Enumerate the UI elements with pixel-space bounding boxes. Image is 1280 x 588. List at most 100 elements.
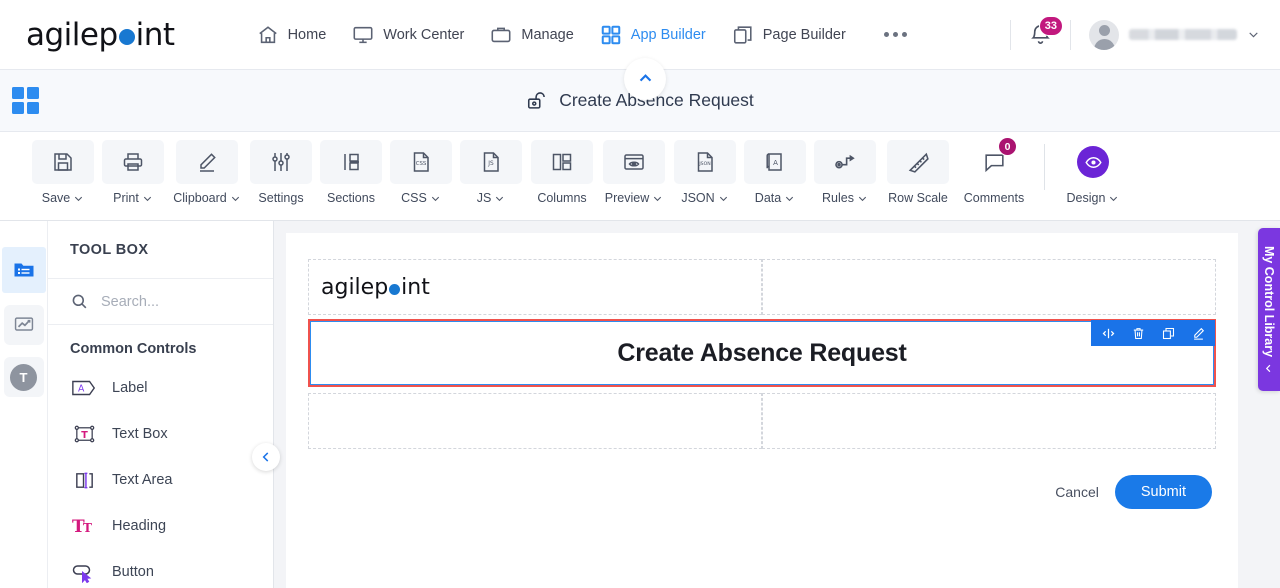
- resize-width-icon[interactable]: [1093, 320, 1123, 346]
- notifications-button[interactable]: 33: [1029, 16, 1063, 46]
- canvas-logo: agilep int: [321, 274, 430, 300]
- comments-badge: 0: [998, 137, 1017, 156]
- dot-1-icon: [883, 32, 889, 37]
- apps-grid-button[interactable]: [12, 87, 39, 114]
- chevron-down-icon: [431, 196, 439, 201]
- toolbar-columns[interactable]: Columns: [526, 140, 598, 205]
- dot-3-icon: [901, 32, 907, 37]
- unlock-icon: [526, 90, 548, 112]
- form-footer-actions: Cancel Submit: [308, 475, 1216, 509]
- search-icon: [70, 292, 89, 311]
- nav-label-work-center: Work Center: [383, 26, 465, 43]
- nav-item-home[interactable]: Home: [257, 24, 326, 46]
- toolbar-print[interactable]: Print: [98, 140, 168, 205]
- pencil-icon[interactable]: [1183, 320, 1213, 346]
- rail-item-toolbox[interactable]: [1, 247, 46, 293]
- js-file-icon: JS: [460, 140, 522, 184]
- form-title-bar: Create Absence Request: [0, 58, 1280, 132]
- toolbar-comments[interactable]: 0 Comments: [956, 137, 1032, 205]
- toolbar-data[interactable]: A Data: [740, 140, 810, 205]
- toolbox-header: TOOL BOX: [48, 221, 273, 279]
- toolbar-settings[interactable]: Settings: [246, 140, 316, 205]
- toolbar-row-scale[interactable]: Row Scale: [880, 140, 956, 205]
- chevron-left-icon: [259, 450, 273, 464]
- toolbar-save[interactable]: Save: [28, 140, 98, 205]
- toolbox-item-text-area[interactable]: Text Area: [48, 457, 273, 503]
- button-icon: [70, 558, 98, 586]
- pages-icon: [732, 24, 754, 46]
- nav-item-work-center[interactable]: Work Center: [352, 24, 464, 46]
- rail-item-text[interactable]: T: [3, 357, 44, 397]
- collapse-header-button[interactable]: [624, 58, 666, 100]
- canvas-row-empty[interactable]: [308, 393, 1216, 449]
- monitor-icon: [352, 24, 374, 46]
- submit-button[interactable]: Submit: [1114, 475, 1212, 509]
- canvas-cell-empty-1[interactable]: [762, 259, 1216, 315]
- copy-icon[interactable]: [1153, 320, 1183, 346]
- rail-item-analytics[interactable]: [3, 305, 44, 345]
- left-icon-rail: T: [0, 221, 48, 588]
- toolbar-json[interactable]: JSON JSON: [670, 140, 740, 205]
- toolbox-folder-icon: [12, 258, 36, 282]
- css-file-icon: CSS: [390, 140, 452, 184]
- canvas-heading-cell[interactable]: Create Absence Request: [310, 321, 1214, 385]
- search-input[interactable]: [101, 293, 241, 310]
- chevron-down-icon: [654, 196, 662, 201]
- my-control-library-label: My Control Library: [1262, 245, 1276, 357]
- toolbar-css-label: CSS: [401, 191, 427, 205]
- toolbar-rules[interactable]: Rules: [810, 140, 880, 205]
- my-control-library-tab[interactable]: My Control Library: [1258, 228, 1280, 391]
- more-menu-button[interactable]: [883, 32, 907, 37]
- nav-item-app-builder[interactable]: App Builder: [600, 24, 706, 46]
- toolbox-section-title: Common Controls: [70, 341, 197, 357]
- sliders-icon: [250, 140, 312, 184]
- grid-square-3: [12, 102, 24, 114]
- canvas-row-logo[interactable]: agilep int: [308, 259, 1216, 315]
- chevron-down-icon: [786, 196, 794, 201]
- toolbar-design-label: Design: [1066, 191, 1106, 205]
- user-menu[interactable]: [1089, 19, 1260, 50]
- canvas-row-heading-selected[interactable]: Create Absence Request: [308, 319, 1216, 387]
- toolbox-panel: TOOL BOX Common Controls A Label: [48, 221, 274, 588]
- toolbar-settings-label-wrap: Settings: [258, 191, 303, 205]
- toolbox-text-area-text: Text Area: [112, 472, 173, 488]
- logo-dot-icon: [389, 283, 401, 295]
- toolbox-button-text: Button: [112, 564, 154, 580]
- collapse-toolbox-button[interactable]: [252, 443, 280, 471]
- toolbox-item-label[interactable]: A Label: [48, 365, 273, 411]
- toolbar-preview[interactable]: Preview: [598, 140, 670, 205]
- canvas-cell-logo[interactable]: agilep int: [308, 259, 762, 315]
- chevron-down-icon: [231, 196, 239, 201]
- design-circle: [1077, 146, 1109, 178]
- toolbar-clipboard[interactable]: Clipboard: [168, 140, 246, 205]
- nav-item-page-builder[interactable]: Page Builder: [732, 24, 846, 46]
- toolbar-design[interactable]: Design: [1057, 140, 1129, 205]
- svg-text:A: A: [773, 159, 778, 167]
- toolbar-json-label: JSON: [681, 191, 715, 205]
- agilepoint-logo[interactable]: agilep int: [26, 17, 175, 53]
- canvas-cell-empty-3[interactable]: [762, 393, 1216, 449]
- toolbox-item-button[interactable]: Button: [48, 549, 273, 588]
- toolbar-comments-label-wrap: Comments: [964, 191, 1024, 205]
- toolbar-sections[interactable]: Sections: [316, 140, 386, 205]
- heading-icon: T T: [70, 512, 98, 540]
- toolbox-text-box-text: Text Box: [112, 426, 168, 442]
- toolbar-css[interactable]: CSS CSS: [386, 140, 456, 205]
- cancel-button[interactable]: Cancel: [1055, 484, 1099, 500]
- divider-2: [1070, 19, 1071, 50]
- row-action-toolbar: [1091, 320, 1215, 346]
- toolbar-settings-label: Settings: [258, 191, 304, 205]
- nav-item-manage[interactable]: Manage: [490, 24, 574, 46]
- toolbar-js[interactable]: JS JS: [456, 140, 526, 205]
- toolbar-print-label: Print: [113, 191, 139, 205]
- comment-icon: 0: [963, 137, 1025, 184]
- toolbox-item-heading[interactable]: T T Heading: [48, 503, 273, 549]
- nav-label-manage: Manage: [521, 26, 574, 43]
- toolbox-search-row: [48, 279, 273, 325]
- canvas-cell-empty-2[interactable]: [308, 393, 762, 449]
- trash-icon[interactable]: [1123, 320, 1153, 346]
- grid-square-1: [12, 87, 24, 99]
- rules-flow-icon: [814, 140, 876, 184]
- toolbox-item-text-box[interactable]: T Text Box: [48, 411, 273, 457]
- grid-square-2: [27, 87, 39, 99]
